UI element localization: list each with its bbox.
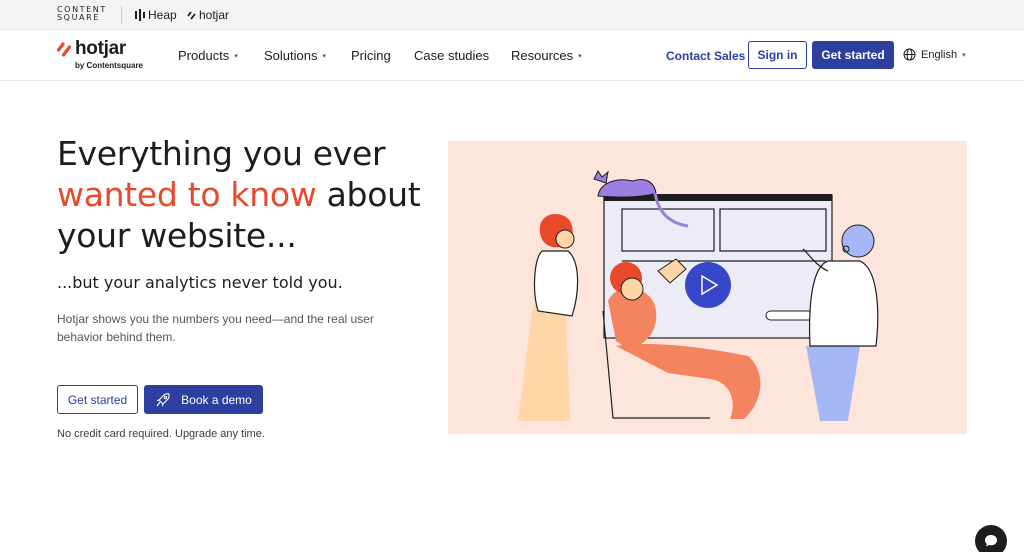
- globe-icon: [903, 48, 916, 61]
- hero-illustration-art: [518, 170, 879, 421]
- hero-illustration: [448, 141, 967, 434]
- get-started-nav-button[interactable]: Get started: [812, 41, 894, 69]
- nav-resources[interactable]: Resources ▾: [511, 48, 582, 63]
- chevron-down-icon: ▾: [962, 51, 966, 59]
- book-demo-button[interactable]: Book a demo: [144, 385, 263, 414]
- hero-description: Hotjar shows you the numbers you need—an…: [57, 312, 374, 344]
- hotjar-small-label: hotjar: [199, 8, 230, 22]
- hero-title: Everything you ever wanted to know about…: [57, 134, 421, 255]
- contact-sales-link[interactable]: Contact Sales: [666, 49, 745, 63]
- language-selector[interactable]: English ▾: [903, 48, 966, 61]
- chevron-down-icon: ▾: [578, 52, 582, 60]
- contentsquare-logo[interactable]: CONTENT SQUARE: [57, 6, 107, 22]
- sign-in-button[interactable]: Sign in: [748, 41, 807, 69]
- chat-icon: [985, 535, 997, 547]
- get-started-button[interactable]: Get started: [57, 385, 138, 414]
- logo-subtext: by Contentsquare: [75, 61, 144, 70]
- heap-link[interactable]: Heap: [135, 8, 177, 22]
- nav-products[interactable]: Products ▾: [178, 48, 238, 63]
- main-nav: hotjar by Contentsquare Products ▾ Soluti…: [0, 31, 1024, 81]
- nav-solutions[interactable]: Solutions ▾: [264, 48, 326, 63]
- brand-divider: [121, 6, 122, 24]
- hotjar-link[interactable]: hotjar: [187, 8, 229, 22]
- heap-label: Heap: [148, 8, 177, 22]
- nav-pricing[interactable]: Pricing: [351, 48, 391, 63]
- chat-widget-button[interactable]: [975, 525, 1007, 552]
- hero-title-accent: wanted to know: [57, 175, 317, 214]
- chevron-down-icon: ▾: [322, 52, 326, 60]
- logo-text: hotjar: [75, 38, 126, 59]
- brand-strip: CONTENT SQUARE Heap hotjar: [0, 0, 1024, 30]
- hero-subtitle: ...but your analytics never told you.: [57, 273, 343, 292]
- hotjar-small-icon: [187, 11, 196, 20]
- nav-case-studies[interactable]: Case studies: [414, 48, 489, 63]
- hotjar-logo[interactable]: hotjar by Contentsquare: [57, 38, 143, 70]
- heap-icon: [135, 9, 145, 21]
- no-credit-card-note: No credit card required. Upgrade any tim…: [57, 428, 265, 440]
- book-demo-label: Book a demo: [181, 392, 252, 407]
- hotjar-logo-icon: [57, 42, 71, 57]
- chevron-down-icon: ▾: [234, 52, 238, 60]
- language-label: English: [921, 48, 958, 61]
- rocket-icon: [156, 392, 170, 406]
